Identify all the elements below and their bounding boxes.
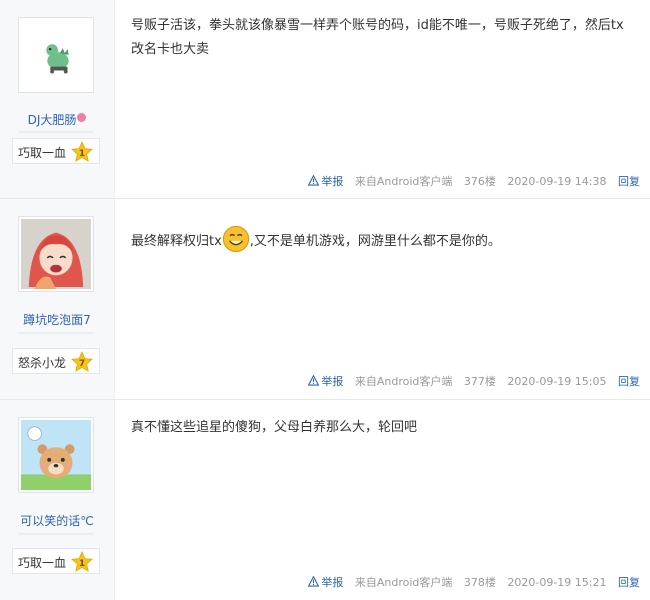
forum-level-badge[interactable]: 巧取一血 1 bbox=[12, 138, 100, 164]
client-source: 来自Android客户端 bbox=[354, 576, 453, 589]
avatar[interactable] bbox=[18, 17, 94, 93]
badge-title: 怒杀小龙 bbox=[18, 356, 67, 370]
username-link[interactable]: DJ大肥肠 bbox=[0, 111, 114, 128]
report-link[interactable]: 举报 bbox=[308, 175, 343, 188]
floor-number: 377楼 bbox=[463, 375, 496, 388]
post-377: 蹲坑吃泡面7 怒杀小龙 7 最终解释权归tx ,又不是单机游戏，网游里什么都不是你… bbox=[0, 199, 650, 400]
warning-icon bbox=[308, 175, 320, 186]
level-star-icon: 1 bbox=[71, 551, 93, 572]
report-link[interactable]: 举报 bbox=[308, 375, 343, 388]
post-time: 2020-09-19 14:38 bbox=[507, 175, 607, 188]
post-tail: 举报 来自Android客户端 378楼 2020-09-19 15:21 回复 bbox=[308, 574, 640, 590]
author-sidebar: 可以笑的话℃ 巧取一血 1 bbox=[0, 400, 115, 600]
reply-link[interactable]: 回复 bbox=[618, 375, 640, 388]
author-sidebar: 蹲坑吃泡面7 怒杀小龙 7 bbox=[0, 199, 115, 399]
username-link[interactable]: 可以笑的话℃ bbox=[0, 512, 114, 529]
anime-girl-avatar-icon bbox=[21, 219, 91, 289]
level-number: 1 bbox=[79, 149, 85, 159]
post-time: 2020-09-19 15:21 bbox=[507, 576, 607, 589]
vip-icon bbox=[77, 113, 87, 122]
username-text[interactable]: DJ大肥肠 bbox=[28, 113, 77, 127]
author-sidebar: DJ大肥肠 巧取一血 1 bbox=[0, 0, 115, 198]
avatar[interactable] bbox=[18, 417, 94, 493]
smile-emoji-icon bbox=[222, 225, 249, 253]
forum-level-badge[interactable]: 怒杀小龙 7 bbox=[12, 348, 100, 374]
badge-title: 巧取一血 bbox=[18, 146, 67, 160]
badge-title: 巧取一血 bbox=[18, 556, 67, 570]
warning-icon bbox=[308, 375, 320, 386]
report-label[interactable]: 举报 bbox=[321, 375, 343, 388]
forum-level-badge[interactable]: 巧取一血 1 bbox=[12, 548, 100, 574]
post-text-part-1: 最终解释权归tx bbox=[131, 234, 222, 249]
report-label[interactable]: 举报 bbox=[321, 576, 343, 589]
client-source: 来自Android客户端 bbox=[354, 375, 453, 388]
bear-avatar-icon bbox=[21, 420, 91, 490]
dinosaur-avatar-icon bbox=[21, 20, 91, 90]
post-content: 最终解释权归tx ,又不是单机游戏，网游里什么都不是你的。 bbox=[131, 225, 631, 254]
post-378: 可以笑的话℃ 巧取一血 1 真不懂这些追星的傻狗，父母白养那么大，轮回吧 举报 … bbox=[0, 400, 650, 600]
avatar[interactable] bbox=[18, 216, 94, 292]
post-text-part-2: ,又不是单机游戏，网游里什么都不是你的。 bbox=[249, 234, 501, 249]
report-label[interactable]: 举报 bbox=[321, 175, 343, 188]
post-tail: 举报 来自Android客户端 377楼 2020-09-19 15:05 回复 bbox=[308, 373, 640, 389]
warning-icon bbox=[308, 576, 320, 587]
username-link[interactable]: 蹲坑吃泡面7 bbox=[0, 311, 114, 328]
reply-link[interactable]: 回复 bbox=[618, 175, 640, 188]
level-number: 7 bbox=[79, 359, 85, 369]
post-376: DJ大肥肠 巧取一血 1 号贩子活该，拳头就该像暴雪一样弄个账号的码，id能不唯… bbox=[0, 0, 650, 199]
floor-number: 378楼 bbox=[463, 576, 496, 589]
level-star-icon: 1 bbox=[71, 141, 93, 162]
client-source: 来自Android客户端 bbox=[354, 175, 453, 188]
report-link[interactable]: 举报 bbox=[308, 576, 343, 589]
level-number: 1 bbox=[79, 559, 85, 569]
post-time: 2020-09-19 15:05 bbox=[507, 375, 607, 388]
post-content: 真不懂这些追星的傻狗，父母白养那么大，轮回吧 bbox=[131, 420, 418, 435]
post-content: 号贩子活该，拳头就该像暴雪一样弄个账号的码，id能不唯一，号贩子死绝了，然后tx… bbox=[131, 18, 624, 57]
post-tail: 举报 来自Android客户端 376楼 2020-09-19 14:38 回复 bbox=[308, 173, 640, 189]
reply-link[interactable]: 回复 bbox=[618, 576, 640, 589]
divider bbox=[18, 332, 94, 335]
divider bbox=[18, 533, 94, 536]
level-star-icon: 7 bbox=[71, 351, 93, 372]
floor-number: 376楼 bbox=[463, 175, 496, 188]
username-text[interactable]: 蹲坑吃泡面7 bbox=[23, 313, 91, 327]
divider bbox=[18, 131, 94, 134]
username-text[interactable]: 可以笑的话℃ bbox=[20, 514, 93, 528]
